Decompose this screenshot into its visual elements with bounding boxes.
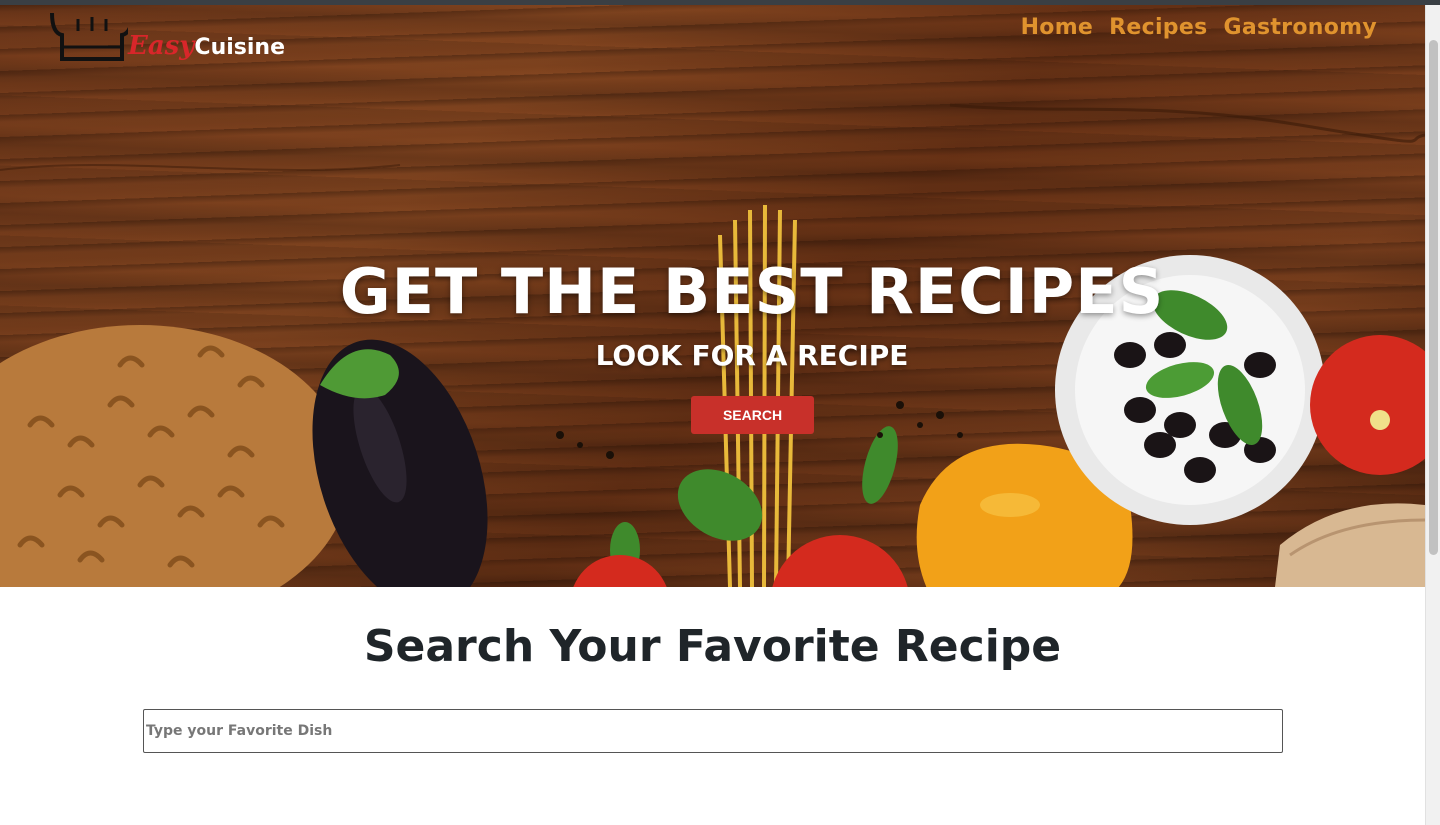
page-scrollbar[interactable]	[1425, 5, 1440, 825]
nav-home[interactable]: Home	[1021, 15, 1094, 40]
hero-search-button[interactable]: SEARCH	[691, 396, 814, 434]
browser-top-strip	[0, 0, 1440, 5]
search-title: Search Your Favorite Recipe	[363, 621, 1062, 672]
search-section: Search Your Favorite Recipe	[0, 587, 1425, 825]
nav-gastronomy[interactable]: Gastronomy	[1223, 15, 1377, 40]
logo-text: EasyCuisine	[128, 31, 285, 61]
hero-title: GET THE BEST RECIPES	[339, 255, 1165, 328]
chef-hat-icon	[50, 13, 128, 61]
logo-cuisine: Cuisine	[194, 35, 285, 60]
logo-easy: Easy	[128, 31, 195, 61]
main-nav: Home Recipes Gastronomy	[1021, 15, 1377, 40]
nav-recipes[interactable]: Recipes	[1109, 15, 1207, 40]
hero-banner: EasyCuisine Home Recipes Gastronomy GET …	[0, 5, 1425, 587]
search-input[interactable]	[143, 709, 1283, 753]
scrollbar-thumb[interactable]	[1429, 40, 1438, 555]
hero-subtitle: LOOK FOR A RECIPE	[595, 339, 909, 372]
site-logo[interactable]: EasyCuisine	[48, 5, 285, 65]
